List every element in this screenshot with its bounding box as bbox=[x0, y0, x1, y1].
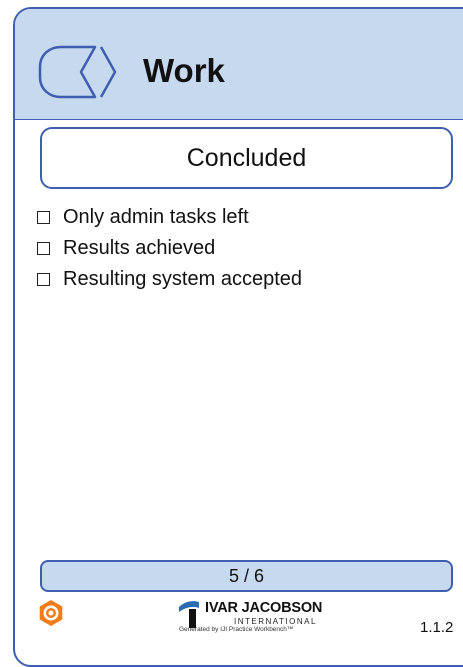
gear-icon bbox=[39, 600, 63, 626]
alpha-work-icon bbox=[38, 45, 117, 99]
logo-mark-icon bbox=[179, 601, 199, 628]
checklist-item-label: Resulting system accepted bbox=[63, 268, 303, 290]
checklist-item[interactable]: Only admin tasks left bbox=[37, 202, 302, 233]
company-logo: IVAR JACOBSON INTERNATIONAL Generated by… bbox=[173, 597, 343, 637]
card-title: Work bbox=[143, 52, 225, 89]
logo-subtitle: INTERNATIONAL bbox=[234, 617, 317, 626]
state-name-box: Concluded bbox=[40, 127, 453, 189]
checklist: Only admin tasks left Results achieved R… bbox=[37, 202, 302, 295]
checkbox[interactable] bbox=[37, 242, 50, 255]
state-name: Concluded bbox=[186, 143, 307, 172]
checkbox[interactable] bbox=[37, 273, 50, 286]
logo-name: IVAR JACOBSON bbox=[205, 600, 323, 616]
version-number: 1.1.2 bbox=[420, 619, 454, 636]
checklist-item[interactable]: Results achieved bbox=[37, 233, 302, 264]
checkbox[interactable] bbox=[37, 211, 50, 224]
checklist-item-label: Results achieved bbox=[63, 237, 216, 259]
page-indicator: 5 / 6 bbox=[40, 560, 453, 592]
alpha-state-card: Work Concluded Only admin tasks left Res… bbox=[13, 7, 463, 667]
checklist-item-label: Only admin tasks left bbox=[63, 206, 249, 228]
generated-by-text: Generated by IJI Practice Workbench™ bbox=[179, 626, 294, 633]
card-header: Work bbox=[15, 9, 463, 120]
checklist-item[interactable]: Resulting system accepted bbox=[37, 264, 302, 295]
